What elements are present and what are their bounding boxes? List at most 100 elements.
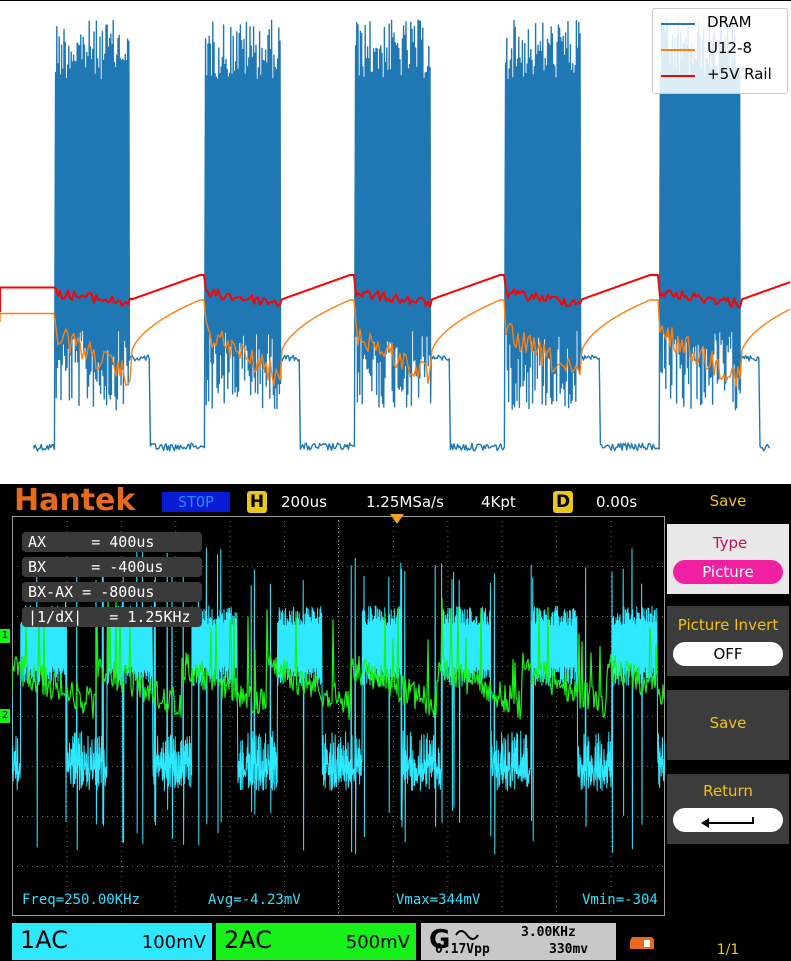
grid-dot bbox=[332, 816, 333, 817]
grid-dot bbox=[610, 601, 612, 602]
grid-dot bbox=[284, 611, 286, 612]
grid-dot bbox=[492, 716, 493, 717]
grid-dot bbox=[120, 761, 122, 762]
grid-dot bbox=[322, 866, 323, 867]
oscilloscope-screen: Hantek STOP H 200us 1.25MSa/s 4Kpt D 0.0… bbox=[0, 484, 791, 961]
ch2-level-marker[interactable]: 2 bbox=[0, 709, 10, 723]
grid-dot bbox=[627, 566, 628, 567]
grid-dot bbox=[447, 831, 449, 832]
grid-dot bbox=[501, 846, 503, 847]
grid-dot bbox=[556, 826, 558, 827]
grid-dot bbox=[175, 806, 177, 807]
generator-status[interactable]: G 3.00KHz 0.17Vpp 330mv bbox=[421, 923, 616, 960]
grid-dot bbox=[157, 866, 158, 867]
grid-dot bbox=[284, 821, 286, 822]
grid-dot bbox=[175, 791, 177, 792]
grid-dot bbox=[407, 816, 408, 817]
grid-dot bbox=[556, 721, 558, 722]
grid-dot bbox=[647, 766, 648, 767]
grid-dot bbox=[337, 716, 338, 717]
grid-dot bbox=[556, 851, 558, 852]
grid-dot bbox=[527, 716, 528, 717]
menu-return-button[interactable]: Return bbox=[667, 774, 789, 844]
trigger-position-marker[interactable] bbox=[390, 514, 404, 524]
menu-type[interactable]: Type Picture bbox=[667, 524, 789, 594]
grid-dot bbox=[387, 616, 388, 617]
grid-dot bbox=[447, 566, 448, 567]
grid-dot bbox=[107, 816, 108, 817]
grid-dot bbox=[229, 851, 231, 852]
grid-dot bbox=[512, 716, 513, 717]
grid-dot bbox=[222, 766, 223, 767]
menu-type-value[interactable]: Picture bbox=[673, 560, 783, 584]
grid-dot bbox=[187, 816, 188, 817]
grid-dot bbox=[427, 566, 428, 567]
channel-status-bar: 1AC 100mV 2AC 500mV G 3.00KHz 0.17Vpp 33… bbox=[0, 920, 665, 961]
grid-dot bbox=[120, 911, 122, 912]
grid-dot bbox=[132, 816, 133, 817]
grid-dot bbox=[47, 766, 48, 767]
grid-dot bbox=[247, 716, 248, 717]
grid-dot bbox=[284, 741, 286, 742]
grid-dot bbox=[342, 616, 343, 617]
menu-save-button[interactable]: Save bbox=[667, 690, 789, 760]
grid-dot bbox=[602, 616, 603, 617]
grid-dot bbox=[610, 851, 612, 852]
grid-dot bbox=[502, 816, 503, 817]
return-arrow-icon[interactable] bbox=[673, 808, 783, 832]
grid-dot bbox=[287, 816, 288, 817]
grid-dot bbox=[229, 781, 231, 782]
grid-dot bbox=[175, 836, 177, 837]
grid-dot bbox=[407, 716, 408, 717]
grid-dot bbox=[556, 811, 558, 812]
ch2-status[interactable]: 2AC 500mV bbox=[216, 923, 416, 960]
grid-dot bbox=[342, 716, 343, 717]
grid-dot bbox=[338, 741, 340, 742]
grid-dot bbox=[610, 911, 612, 912]
grid-dot bbox=[577, 816, 578, 817]
ch1-level-marker[interactable]: 1 bbox=[0, 629, 10, 643]
grid-dot bbox=[338, 901, 340, 902]
grid-dot bbox=[501, 691, 503, 692]
grid-dot bbox=[472, 616, 473, 617]
grid-dot bbox=[447, 756, 449, 757]
grid-dot bbox=[556, 536, 558, 537]
grid-dot bbox=[556, 691, 558, 692]
menu-invert-value[interactable]: OFF bbox=[673, 642, 783, 666]
grid-dot bbox=[175, 661, 177, 662]
grid-dot bbox=[92, 816, 93, 817]
grid-dot bbox=[392, 721, 394, 722]
ch1-status[interactable]: 1AC 100mV bbox=[12, 923, 212, 960]
grid-dot bbox=[501, 581, 503, 582]
grid-dot bbox=[338, 611, 340, 612]
grid-dot bbox=[392, 796, 394, 797]
grid-dot bbox=[284, 596, 286, 597]
grid-dot bbox=[72, 716, 73, 717]
grid-dot bbox=[132, 716, 133, 717]
grid-dot bbox=[66, 811, 68, 812]
grid-dot bbox=[347, 866, 348, 867]
grid-dot bbox=[120, 701, 122, 702]
grid-dot bbox=[252, 866, 253, 867]
grid-dot bbox=[557, 716, 558, 717]
grid-dot bbox=[501, 811, 503, 812]
grid-dot bbox=[392, 526, 394, 527]
grid-dot bbox=[175, 706, 177, 707]
grid-dot bbox=[552, 716, 553, 717]
grid-dot bbox=[229, 751, 231, 752]
grid-dot bbox=[222, 566, 223, 567]
grid-dot bbox=[347, 666, 348, 667]
grid-dot bbox=[610, 836, 612, 837]
grid-dot bbox=[447, 606, 449, 607]
run-stop-badge[interactable]: STOP bbox=[162, 492, 230, 512]
grid-dot bbox=[147, 766, 148, 767]
grid-dot bbox=[487, 566, 488, 567]
grid-dot bbox=[492, 566, 493, 567]
grid-dot bbox=[512, 616, 513, 617]
menu-picture-invert[interactable]: Picture Invert OFF bbox=[667, 606, 789, 676]
grid-dot bbox=[437, 566, 438, 567]
grid-dot bbox=[229, 836, 231, 837]
grid-dot bbox=[66, 846, 68, 847]
brand-logo: Hantek bbox=[14, 484, 136, 518]
grid-dot bbox=[587, 666, 588, 667]
